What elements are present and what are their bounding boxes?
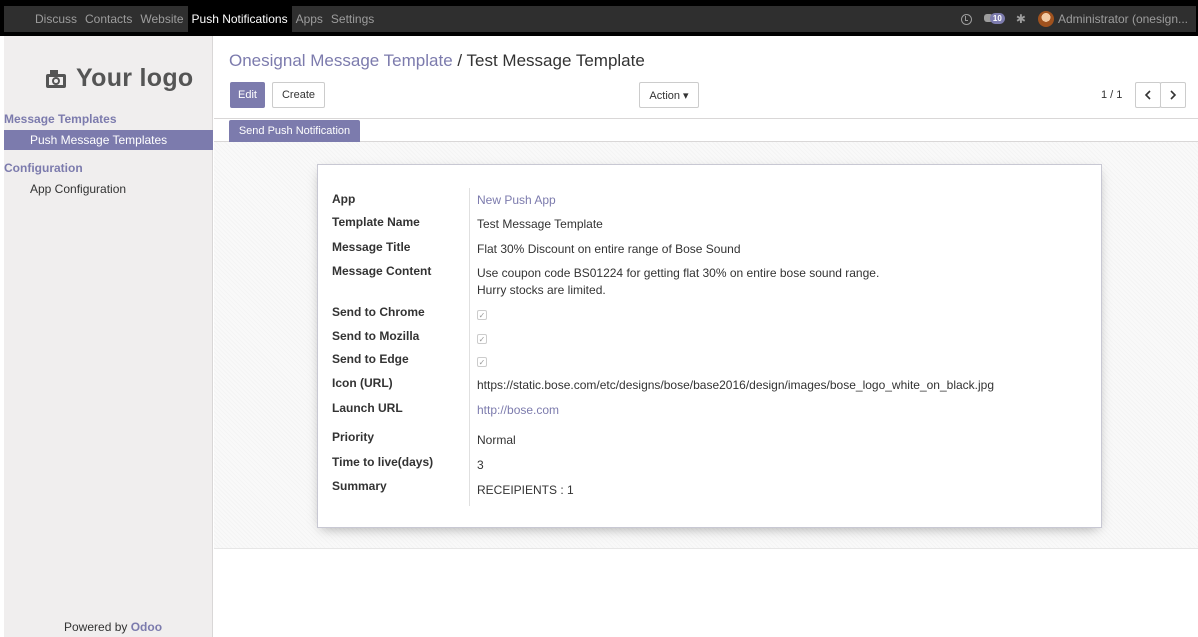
powered-by: Powered by Odoo: [64, 620, 162, 634]
icon-url-value: https://static.bose.com/etc/designs/bose…: [477, 378, 995, 392]
chat-icon[interactable]: 10: [983, 13, 1005, 25]
create-button[interactable]: Create: [272, 82, 325, 108]
menu-apps[interactable]: Apps: [292, 6, 327, 32]
breadcrumb: Onesignal Message Template / Test Messag…: [229, 51, 645, 71]
priority-value: Normal: [477, 433, 516, 447]
menu-contacts[interactable]: Contacts: [81, 6, 136, 32]
priority-label: Priority: [332, 430, 375, 444]
summary-label: Summary: [332, 479, 387, 493]
chevron-left-icon: [1144, 90, 1151, 100]
control-panel: Onesignal Message Template / Test Messag…: [214, 36, 1198, 142]
send-chrome-checkbox: ✓: [477, 310, 487, 320]
pager-previous[interactable]: [1135, 82, 1161, 108]
message-title-value: Flat 30% Discount on entire range of Bos…: [477, 242, 741, 256]
send-chrome-label: Send to Chrome: [332, 305, 425, 319]
icon-url-label: Icon (URL): [332, 376, 393, 390]
section-message-templates: Message Templates: [4, 112, 117, 126]
form-sheet: App New Push App Template Name Test Mess…: [317, 164, 1102, 528]
top-navbar: Discuss Contacts Website Push Notificati…: [0, 0, 1198, 36]
statusbar-divider: [214, 118, 1198, 119]
pager-next[interactable]: [1160, 82, 1186, 108]
edit-button[interactable]: Edit: [230, 82, 265, 108]
app-value-link[interactable]: New Push App: [477, 193, 556, 207]
send-mozilla-checkbox: ✓: [477, 334, 487, 344]
user-name: Administrator (onesign...: [1057, 12, 1188, 26]
avatar: [1037, 11, 1054, 27]
app-label: App: [332, 192, 356, 206]
user-menu[interactable]: Administrator (onesign...: [1037, 11, 1188, 27]
chat-badge: 10: [989, 13, 1005, 24]
logo-text: Your logo: [76, 64, 194, 92]
app-menu: Discuss Contacts Website Push Notificati…: [4, 6, 378, 32]
pager-value[interactable]: 1 / 1: [1101, 89, 1122, 101]
chevron-right-icon: [1170, 90, 1177, 100]
systray: 10 ✱ Administrator (onesign...: [960, 6, 1188, 32]
clock-icon[interactable]: [960, 13, 972, 25]
message-content-label: Message Content: [332, 264, 432, 278]
send-edge-label: Send to Edge: [332, 352, 409, 366]
label-divider: [469, 188, 470, 506]
sidebar: Your logo Message Templates Push Message…: [4, 36, 213, 637]
send-push-notification-button[interactable]: Send Push Notification: [229, 120, 360, 142]
send-edge-checkbox: ✓: [477, 357, 487, 367]
message-content-line2: Hurry stocks are limited.: [477, 283, 606, 297]
summary-value: RECEIPIENTS : 1: [477, 483, 574, 497]
breadcrumb-current: Test Message Template: [466, 51, 645, 70]
menu-discuss[interactable]: Discuss: [4, 6, 81, 32]
template-name-label: Template Name: [332, 215, 420, 229]
launch-url-label: Launch URL: [332, 401, 403, 415]
ttl-value: 3: [477, 458, 484, 472]
ttl-label: Time to live(days): [332, 455, 434, 469]
menu-settings[interactable]: Settings: [327, 6, 378, 32]
sidebar-item-app-configuration[interactable]: App Configuration: [4, 179, 213, 199]
message-title-label: Message Title: [332, 240, 411, 254]
action-dropdown[interactable]: Action ▾: [639, 82, 699, 108]
section-configuration: Configuration: [4, 161, 83, 175]
company-logo[interactable]: Your logo: [44, 64, 194, 93]
form-view: App New Push App Template Name Test Mess…: [214, 142, 1198, 549]
breadcrumb-parent[interactable]: Onesignal Message Template: [229, 51, 453, 70]
sidebar-item-push-message-templates[interactable]: Push Message Templates: [4, 130, 213, 150]
powered-brand-link[interactable]: Odoo: [131, 620, 162, 634]
camera-icon: [44, 69, 68, 89]
launch-url-link[interactable]: http://bose.com: [477, 403, 559, 417]
menu-website[interactable]: Website: [136, 6, 187, 32]
send-mozilla-label: Send to Mozilla: [332, 329, 420, 343]
menu-push-notifications[interactable]: Push Notifications: [187, 6, 292, 32]
breadcrumb-separator: /: [452, 51, 467, 70]
template-name-value: Test Message Template: [477, 217, 603, 231]
powered-prefix: Powered by: [64, 620, 131, 634]
message-content-line1: Use coupon code BS01224 for getting flat…: [477, 266, 880, 280]
top-navbar-inner: Discuss Contacts Website Push Notificati…: [4, 6, 1196, 32]
bug-icon[interactable]: ✱: [1016, 13, 1026, 25]
